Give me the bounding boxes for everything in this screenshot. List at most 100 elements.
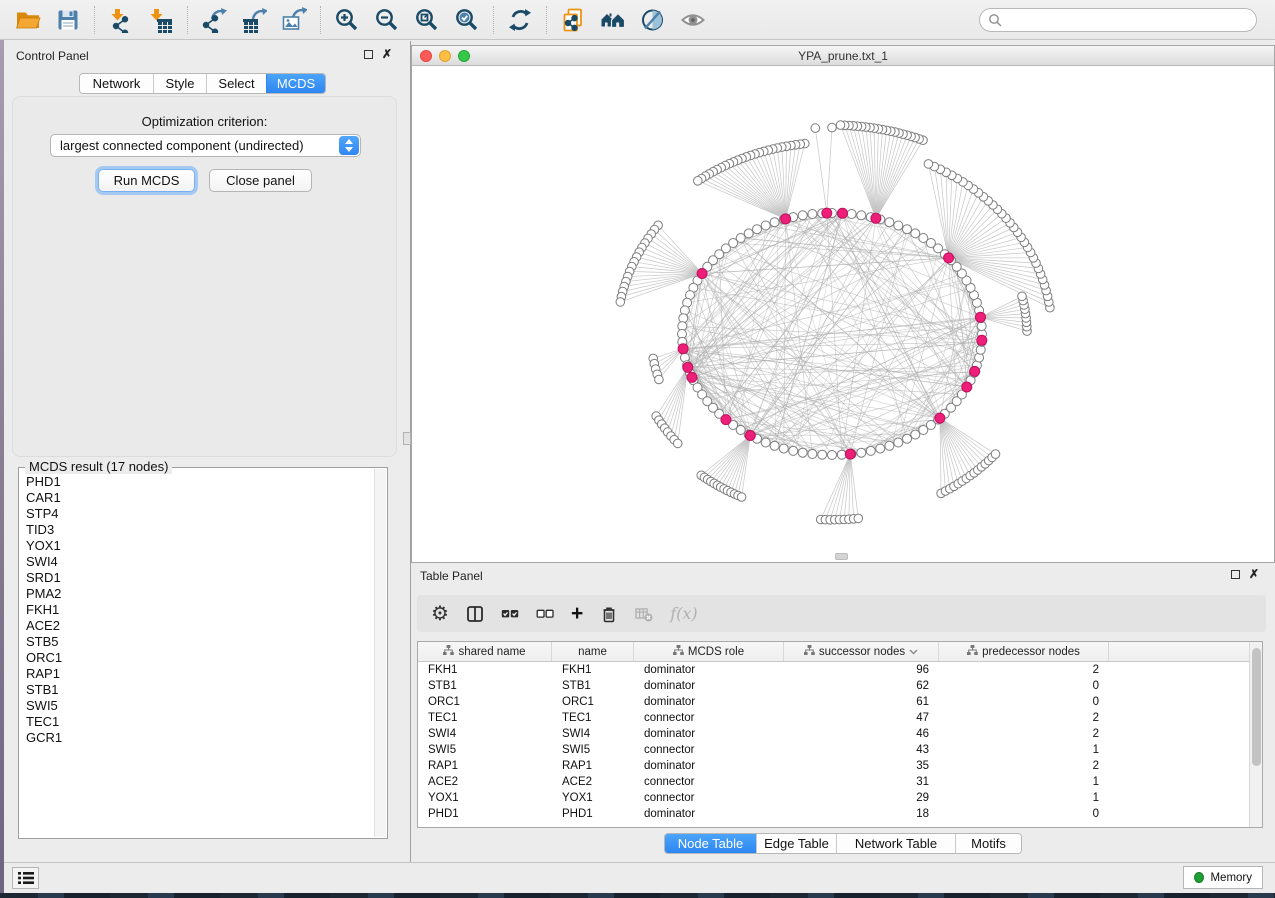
select-all-button[interactable] [501,605,519,623]
zoom-selected-button[interactable] [447,4,487,36]
network-node[interactable] [924,160,933,169]
network-node[interactable] [911,430,920,439]
save-session-button[interactable] [48,4,88,36]
table-scrollbar-thumb[interactable] [1252,648,1261,766]
task-history-button[interactable] [12,867,39,889]
refresh-layout-button[interactable] [500,4,540,36]
network-node[interactable] [736,426,745,435]
mcds-node-item[interactable]: PHD1 [20,474,374,490]
network-node[interactable] [798,448,807,457]
mcds-node-item[interactable]: SWI5 [20,698,374,714]
column-header-MCDS-role[interactable]: MCDS role [634,642,784,661]
column-header-shared-name[interactable]: shared name [418,642,552,661]
mcds-node-item[interactable]: FKH1 [20,602,374,618]
show-gestalt-button[interactable] [673,4,713,36]
network-node[interactable] [885,441,894,450]
mcds-node-item[interactable]: ORC1 [20,650,374,666]
mcds-node[interactable] [944,253,954,263]
tab-network[interactable]: Network [80,74,153,93]
zoom-in-button[interactable] [327,4,367,36]
column-header-successor-nodes[interactable]: successor nodes [784,642,939,661]
mcds-node[interactable] [962,382,972,392]
network-window-titlebar[interactable]: YPA_prune.txt_1 [412,46,1274,66]
mcds-node[interactable] [781,214,791,224]
table-settings-button[interactable]: ⚙ [431,604,449,624]
network-node[interactable] [811,124,820,133]
mcds-node-item[interactable]: CAR1 [20,490,374,506]
network-node[interactable] [818,450,827,459]
table-row[interactable]: PHD1PHD1dominator180 [418,806,1249,822]
mcds-node[interactable] [745,431,755,441]
network-node[interactable] [761,221,770,230]
mcds-node-item[interactable]: PMA2 [20,586,374,602]
network-node[interactable] [847,210,856,219]
mcds-node-item[interactable]: TEC1 [20,714,374,730]
network-overview-button[interactable] [593,4,633,36]
network-node[interactable] [828,451,837,460]
deselect-all-button[interactable] [536,605,554,623]
open-file-button[interactable] [8,4,48,36]
hide-gestalt-button[interactable] [633,4,673,36]
table-scrollbar[interactable] [1249,642,1262,827]
close-panel-icon[interactable]: ✗ [382,50,392,59]
table-row[interactable]: TEC1TEC1connector472 [418,710,1249,726]
tab-mcds[interactable]: MCDS [266,74,325,93]
mcds-node[interactable] [935,413,945,423]
network-node[interactable] [798,211,807,220]
table-row[interactable]: RAP1RAP1dominator352 [418,758,1249,774]
network-node[interactable] [828,123,837,132]
search-input[interactable] [1003,11,1256,29]
memory-button[interactable]: Memory [1183,866,1263,889]
network-node[interactable] [779,444,788,453]
float-panel-icon[interactable] [364,50,373,59]
criterion-select[interactable]: largest connected component (undirected) [50,134,361,157]
close-table-panel-icon[interactable]: ✗ [1249,570,1259,579]
mcds-list-scrollbar[interactable] [374,469,386,837]
network-node[interactable] [903,434,912,443]
mcds-node-item[interactable]: TID3 [20,522,374,538]
tab-network-table[interactable]: Network Table [836,834,955,853]
table-row[interactable]: YOX1YOX1connector291 [418,790,1249,806]
network-node[interactable] [655,375,664,384]
column-header-name[interactable]: name [552,642,634,661]
mcds-node[interactable] [838,208,848,218]
mcds-node[interactable] [977,335,987,345]
network-node[interactable] [753,225,762,234]
float-table-panel-icon[interactable] [1231,570,1240,579]
network-node[interactable] [737,493,746,502]
mcds-node-item[interactable]: SWI4 [20,554,374,570]
delete-column-button[interactable] [600,605,618,623]
tab-style[interactable]: Style [153,74,206,93]
table-row[interactable]: SWI4SWI4dominator462 [418,726,1249,742]
network-node[interactable] [770,218,779,227]
network-node[interactable] [876,444,885,453]
network-node[interactable] [673,439,682,448]
panel-divider-handle[interactable] [403,432,411,445]
table-row[interactable]: ACE2ACE2connector311 [418,774,1249,790]
network-canvas[interactable] [412,66,1274,562]
network-graph[interactable] [412,66,1274,562]
mcds-node[interactable] [683,362,693,372]
show-columns-button[interactable] [466,605,484,623]
run-mcds-button[interactable]: Run MCDS [98,169,195,192]
tab-select[interactable]: Select [206,74,266,93]
mcds-result-list[interactable]: PHD1CAR1STP4TID3YOX1SWI4SRD1PMA2FKH1ACE2… [20,474,374,837]
mcds-node-item[interactable]: SRD1 [20,570,374,586]
export-network-button[interactable] [194,4,234,36]
network-node[interactable] [1018,292,1027,301]
network-node[interactable] [854,514,863,523]
table-row[interactable]: ORC1ORC1dominator610 [418,694,1249,710]
network-node[interactable] [744,229,753,238]
import-table-button[interactable] [141,4,181,36]
network-node[interactable] [808,450,817,459]
network-node[interactable] [911,229,920,238]
table-row[interactable]: SWI5SWI5connector431 [418,742,1249,758]
mcds-node[interactable] [976,312,986,322]
mcds-node-item[interactable]: ACE2 [20,618,374,634]
search-box[interactable] [979,8,1257,32]
network-node[interactable] [885,218,894,227]
tab-motifs[interactable]: Motifs [955,834,1021,853]
import-network-button[interactable] [101,4,141,36]
export-table-button[interactable] [234,4,274,36]
network-node[interactable] [836,121,845,130]
